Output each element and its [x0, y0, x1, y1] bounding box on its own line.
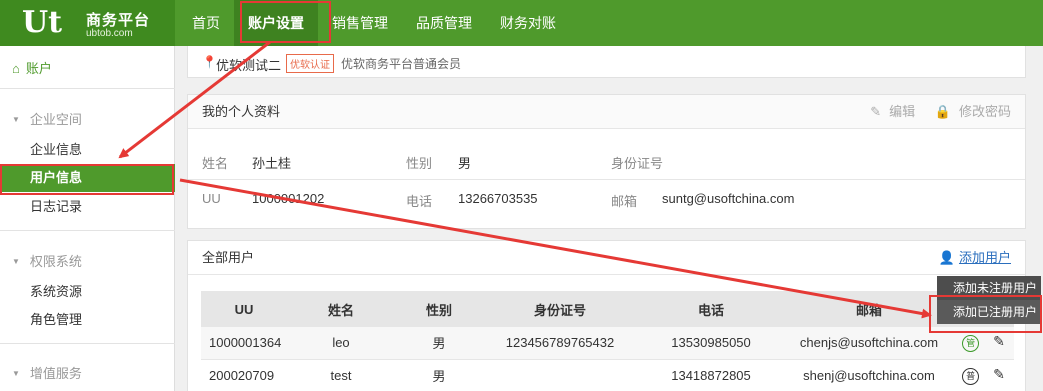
sidebar-divider	[0, 343, 175, 344]
profile-card-header: 我的个人资料 ✎ 编辑 🔒 修改密码	[188, 95, 1025, 129]
dropdown-annotation-box	[929, 295, 1042, 333]
edit-label: 编辑	[889, 104, 916, 119]
sidebar-item-logs[interactable]: 日志记录	[0, 193, 175, 221]
cell-email: shenj@usoftchina.com	[785, 359, 953, 391]
cell-email: chenjs@usoftchina.com	[785, 327, 953, 360]
pencil-icon[interactable]: ✎	[993, 366, 1005, 383]
name-label: 姓名	[202, 156, 229, 171]
sidebar-group-permissions[interactable]: ▼ 权限系统	[12, 251, 82, 270]
cell-gender: 男	[395, 327, 483, 360]
sidebar-divider	[0, 88, 175, 89]
gender-value: 男	[458, 156, 472, 171]
sidebar-home[interactable]: ⌂ 账户	[12, 58, 52, 77]
add-user-label: 添加用户	[958, 250, 1011, 265]
caret-down-icon: ▼	[12, 115, 20, 124]
edit-profile-button[interactable]: ✎ 编辑	[862, 104, 915, 119]
column-header-name: 姓名	[287, 291, 395, 327]
nav-item-finance[interactable]: 财务对账	[486, 0, 570, 46]
brand-subtitle: ubtob.com	[86, 28, 133, 39]
table-row: 200020709 test 男 13418872805 shenj@usoft…	[201, 359, 1014, 391]
uu-label: UU	[202, 191, 221, 206]
users-card-title: 全部用户	[202, 250, 255, 265]
cell-name: leo	[287, 327, 395, 360]
logo-mark-icon: Ut	[22, 5, 63, 40]
sidebar-item-system-resources[interactable]: 系统资源	[0, 278, 175, 306]
cell-id-number	[483, 359, 637, 391]
profile-card: 我的个人资料 ✎ 编辑 🔒 修改密码 姓名 孙土桂 性别 男 身份证号 UU 100…	[187, 94, 1026, 229]
name-value: 孙土桂	[252, 156, 292, 171]
sidebar-group-enterprise[interactable]: ▼ 企业空间	[12, 109, 82, 128]
company-name: 优软测试二	[216, 58, 282, 73]
add-user-button[interactable]: 👤 添加用户	[939, 241, 1011, 275]
phone-label: 电话	[406, 194, 433, 209]
brand-title: 商务平台	[86, 12, 151, 29]
cell-uu: 200020709	[201, 359, 287, 391]
sidebar-group-label: 权限系统	[29, 254, 82, 269]
profile-tools: ✎ 编辑 🔒 修改密码	[854, 95, 1011, 129]
cell-name: test	[287, 359, 395, 391]
cell-id-number: 123456789765432	[483, 327, 637, 360]
sidebar-item-role-management[interactable]: 角色管理	[0, 306, 175, 334]
role-admin-icon[interactable]: 管	[962, 335, 980, 353]
column-header-gender: 性别	[395, 291, 483, 327]
sidebar-item-company-info[interactable]: 企业信息	[0, 136, 175, 164]
caret-down-icon: ▼	[12, 257, 20, 266]
membership-description: 优软商务平台普通会员	[341, 57, 462, 71]
sidebar-group-label: 增值服务	[29, 366, 82, 381]
change-password-label: 修改密码	[958, 104, 1011, 119]
column-header-phone: 电话	[637, 291, 785, 327]
table-header-row: UU 姓名 性别 身份证号 电话 邮箱 角色	[201, 291, 1014, 327]
column-header-email: 邮箱	[785, 291, 953, 327]
lock-icon: 🔒	[934, 104, 951, 119]
nav-item-home[interactable]: 首页	[178, 0, 234, 46]
brand-logo[interactable]: Ut 商务平台 ubtob.com	[0, 0, 175, 46]
cell-actions: 普 ✎	[953, 359, 1014, 391]
map-pin-icon: 📍	[202, 55, 217, 69]
caret-down-icon: ▼	[12, 369, 20, 378]
uu-value: 1000001202	[252, 191, 325, 206]
column-header-id-number: 身份证号	[483, 291, 637, 327]
account-location-bar: 📍 优软测试二 优软认证 优软商务平台普通会员	[187, 46, 1026, 78]
profile-row-divider	[188, 179, 1025, 180]
cell-uu: 1000001364	[201, 327, 287, 360]
sidebar-divider	[0, 230, 175, 231]
change-password-button[interactable]: 🔒 修改密码	[927, 104, 1011, 119]
sidebar-home-label: 账户	[25, 61, 52, 76]
top-nav-bar: Ut 商务平台 ubtob.com 首页 账户设置 销售管理 品质管理 财务对账	[0, 0, 1043, 46]
sidebar-group-label: 企业空间	[29, 112, 82, 127]
sidebar-group-value-added[interactable]: ▼ 增值服务	[12, 363, 82, 382]
certification-badge: 优软认证	[286, 54, 334, 73]
gender-label: 性别	[406, 156, 433, 171]
cell-phone: 13530985050	[637, 327, 785, 360]
main-nav: 首页 账户设置 销售管理 品质管理 财务对账	[178, 0, 570, 46]
nav-annotation-box	[240, 1, 331, 43]
users-table: UU 姓名 性别 身份证号 电话 邮箱 角色 1000001364 leo 男 …	[201, 291, 1014, 391]
users-card-header: 全部用户 👤 添加用户	[188, 241, 1025, 275]
table-row: 1000001364 leo 男 123456789765432 1353098…	[201, 327, 1014, 360]
all-users-card: 全部用户 👤添加用户 UU 姓名 性别 身份证号 电话 邮箱 角色 100000…	[187, 240, 1026, 391]
home-icon: ⌂	[12, 61, 20, 76]
cell-phone: 13418872805	[637, 359, 785, 391]
role-normal-icon[interactable]: 普	[962, 367, 980, 385]
sidebar: ⌂ 账户 ▼ 企业空间 企业信息 用户信息 日志记录 ▼ 权限系统 系统资源 角色管理…	[0, 46, 175, 391]
id-number-label: 身份证号	[611, 156, 664, 171]
phone-value: 13266703535	[458, 191, 538, 206]
email-label: 邮箱	[611, 194, 638, 209]
add-user-icon: 👤	[938, 250, 955, 265]
column-header-uu: UU	[201, 291, 287, 327]
pencil-icon[interactable]: ✎	[993, 333, 1005, 350]
sidebar-annotation-box	[0, 164, 174, 195]
profile-card-title: 我的个人资料	[202, 104, 281, 119]
cell-gender: 男	[395, 359, 483, 391]
nav-item-quality[interactable]: 品质管理	[402, 0, 486, 46]
pencil-icon: ✎	[870, 104, 882, 119]
email-value: suntg@usoftchina.com	[662, 191, 795, 206]
